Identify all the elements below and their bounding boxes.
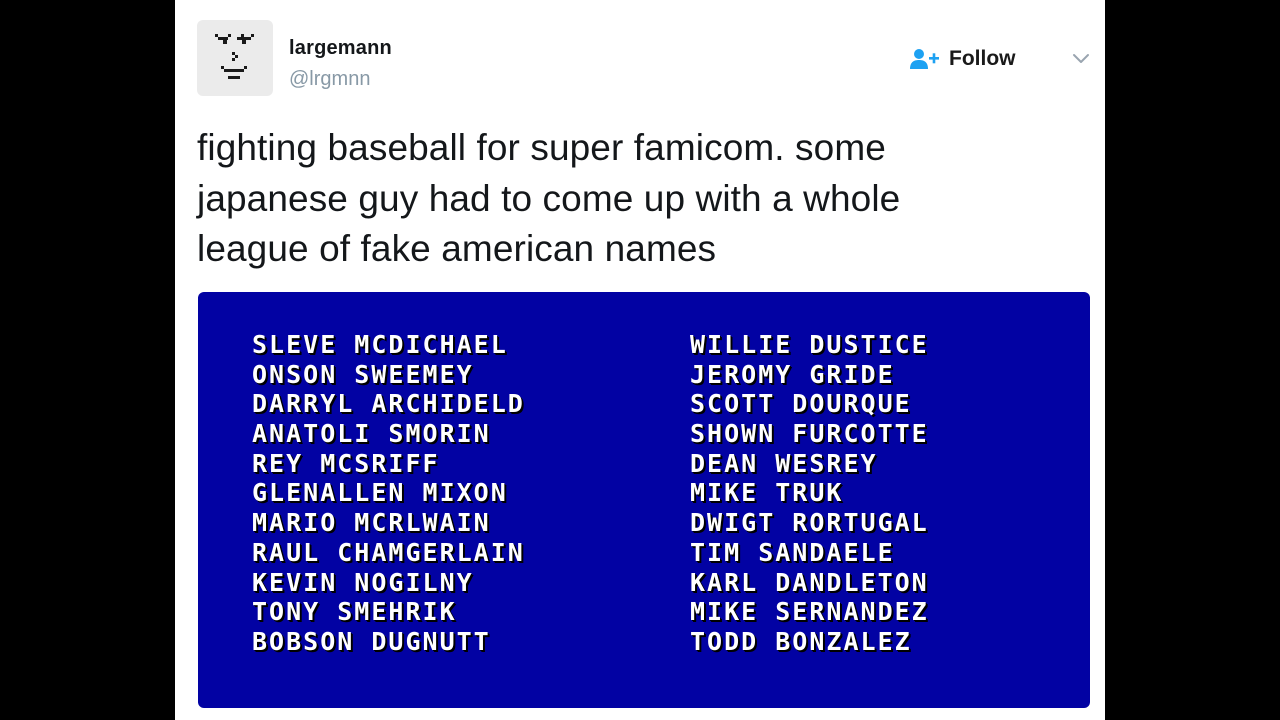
- tweet-media-image[interactable]: SLEVE MCDICHAEL ONSON SWEEMEY DARRYL ARCHI…: [198, 292, 1090, 708]
- roster-name: RAUL CHAMGERLAIN: [252, 537, 525, 567]
- author-handle[interactable]: @lrgmnn: [289, 68, 370, 91]
- roster-name: GLENALLEN MIXON: [252, 478, 508, 508]
- roster-left-column: SLEVE MCDICHAEL ONSON SWEEMEY DARRYL ARCHI…: [252, 330, 525, 657]
- roster-name: TONY SMEHRIK: [252, 597, 457, 627]
- roster-name: WILLIE DUSTICE: [690, 330, 929, 359]
- roster-name: ANATOLI SMORIN: [252, 419, 491, 449]
- pixel-face-avatar-icon: [215, 34, 254, 79]
- roster-name: BOBSON DUGNUTT: [252, 626, 491, 656]
- roster-name: DEAN WESREY: [690, 448, 878, 478]
- follow-label: Follow: [949, 47, 1016, 70]
- chevron-down-icon: [1073, 54, 1089, 63]
- tweet-card: largemann @lrgmnn Follow fighting baseba…: [175, 0, 1105, 720]
- avatar[interactable]: [197, 20, 273, 96]
- roster-name: TODD BONZALEZ: [690, 626, 912, 656]
- roster-name: KARL DANDLETON: [690, 567, 929, 597]
- roster-name: SHOWN FURCOTTE: [690, 419, 929, 449]
- roster-name: SCOTT DOURQUE: [690, 389, 912, 419]
- roster-name: TIM SANDAELE: [690, 537, 895, 567]
- roster-name: MIKE TRUK: [690, 478, 844, 508]
- roster-right-column: WILLIE DUSTICE JEROMY GRIDE SCOTT DOURQUE S…: [690, 330, 929, 657]
- author-display-name[interactable]: largemann: [289, 37, 392, 60]
- roster-name: ONSON SWEEMEY: [252, 359, 474, 389]
- roster-name: SLEVE MCDICHAEL: [252, 330, 508, 359]
- roster-name: KEVIN NOGILNY: [252, 567, 474, 597]
- roster-name: JEROMY GRIDE: [690, 359, 895, 389]
- tweet-text: fighting baseball for super famicom. som…: [197, 127, 901, 269]
- roster-name: DARRYL ARCHIDELD: [252, 389, 525, 419]
- add-user-icon: [910, 49, 939, 69]
- follow-button[interactable]: Follow: [909, 44, 1016, 74]
- tweet-menu-button[interactable]: [1071, 50, 1091, 66]
- roster-name: MARIO MCRLWAIN: [252, 508, 491, 538]
- roster-name: DWIGT RORTUGAL: [690, 508, 929, 538]
- roster-name: MIKE SERNANDEZ: [690, 597, 929, 627]
- roster-name: REY MCSRIFF: [252, 448, 440, 478]
